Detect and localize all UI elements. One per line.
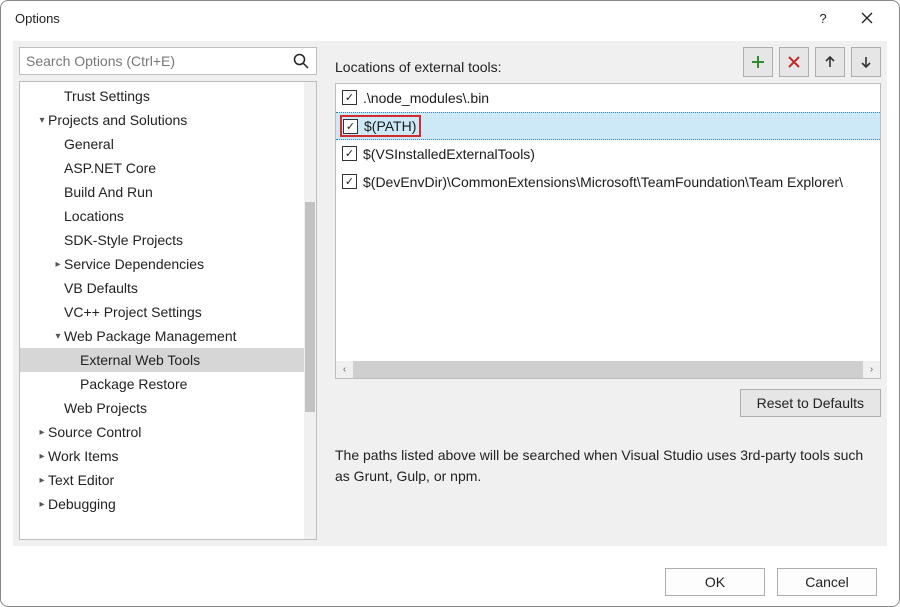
- location-row[interactable]: ✓ $(VSInstalledExternalTools): [336, 140, 880, 168]
- tree-item[interactable]: ▾Projects and Solutions: [20, 108, 304, 132]
- tree-item[interactable]: General: [20, 132, 304, 156]
- list-label: Locations of external tools:: [335, 59, 502, 77]
- locations-listbox[interactable]: ✓ .\node_modules\.bin ✓ $(PATH) ✓ $(VSInstall…: [335, 83, 881, 379]
- search-input-wrap[interactable]: [19, 47, 317, 75]
- expander-closed-icon[interactable]: ▸: [52, 259, 64, 270]
- cancel-button[interactable]: Cancel: [777, 568, 877, 596]
- tree-item-label: External Web Tools: [80, 352, 200, 368]
- close-button[interactable]: [845, 3, 889, 33]
- location-text: $(PATH): [364, 118, 416, 134]
- expander-open-icon[interactable]: ▾: [36, 115, 48, 126]
- tree-item-label: VC++ Project Settings: [64, 304, 202, 320]
- checkbox[interactable]: ✓: [342, 146, 357, 161]
- scroll-left-icon[interactable]: ‹: [336, 361, 353, 378]
- delete-button[interactable]: [779, 47, 809, 77]
- arrow-down-icon: [859, 55, 873, 69]
- expander-closed-icon[interactable]: ▸: [36, 475, 48, 486]
- tree-item[interactable]: Web Projects: [20, 396, 304, 420]
- tree-item-label: Web Projects: [64, 400, 147, 416]
- options-tree[interactable]: Trust Settings▾Projects and SolutionsGen…: [20, 82, 304, 539]
- reset-defaults-button[interactable]: Reset to Defaults: [740, 389, 881, 417]
- tree-item-label: Work Items: [48, 448, 119, 464]
- location-row[interactable]: ✓ .\node_modules\.bin: [336, 84, 880, 112]
- tree-scrollbar[interactable]: [304, 82, 316, 539]
- location-text: $(DevEnvDir)\CommonExtensions\Microsoft\…: [363, 174, 843, 190]
- location-text: .\node_modules\.bin: [363, 90, 489, 106]
- highlighted-checkbox-frame: ✓ $(PATH): [340, 115, 421, 137]
- tree-item-label: VB Defaults: [64, 280, 138, 296]
- search-input[interactable]: [26, 53, 292, 69]
- expander-closed-icon[interactable]: ▸: [36, 451, 48, 462]
- location-row[interactable]: ✓ $(PATH): [336, 112, 880, 140]
- tree-item-label: Package Restore: [80, 376, 187, 392]
- ok-button[interactable]: OK: [665, 568, 765, 596]
- tree-item[interactable]: Locations: [20, 204, 304, 228]
- horizontal-scrollbar[interactable]: ‹ ›: [336, 361, 880, 378]
- expander-closed-icon[interactable]: ▸: [36, 427, 48, 438]
- checkbox[interactable]: ✓: [342, 90, 357, 105]
- checkbox[interactable]: ✓: [342, 174, 357, 189]
- tree-item[interactable]: External Web Tools: [20, 348, 304, 372]
- tree-item[interactable]: SDK-Style Projects: [20, 228, 304, 252]
- tree-item[interactable]: Build And Run: [20, 180, 304, 204]
- tree-item[interactable]: Trust Settings: [20, 84, 304, 108]
- tree-item[interactable]: ASP.NET Core: [20, 156, 304, 180]
- help-button[interactable]: ?: [801, 3, 845, 33]
- expander-closed-icon[interactable]: ▸: [36, 499, 48, 510]
- tree-item-label: Debugging: [48, 496, 116, 512]
- add-button[interactable]: [743, 47, 773, 77]
- tree-item-label: ASP.NET Core: [64, 160, 156, 176]
- tree-item-label: Build And Run: [64, 184, 153, 200]
- location-row[interactable]: ✓ $(DevEnvDir)\CommonExtensions\Microsoft…: [336, 168, 880, 196]
- description-text: The paths listed above will be searched …: [335, 445, 881, 487]
- tree-item[interactable]: VB Defaults: [20, 276, 304, 300]
- tree-item-label: Projects and Solutions: [48, 112, 187, 128]
- tree-item-label: General: [64, 136, 114, 152]
- plus-icon: [750, 54, 766, 70]
- tree-item-label: Service Dependencies: [64, 256, 204, 272]
- tree-item-label: Source Control: [48, 424, 141, 440]
- tree-item-label: Trust Settings: [64, 88, 150, 104]
- checkbox[interactable]: ✓: [343, 119, 358, 134]
- move-up-button[interactable]: [815, 47, 845, 77]
- tree-item[interactable]: ▸Service Dependencies: [20, 252, 304, 276]
- tree-scroll-thumb[interactable]: [305, 202, 315, 412]
- expander-open-icon[interactable]: ▾: [52, 331, 64, 342]
- move-down-button[interactable]: [851, 47, 881, 77]
- arrow-up-icon: [823, 55, 837, 69]
- tree-item[interactable]: ▸Debugging: [20, 492, 304, 516]
- tree-item-label: Locations: [64, 208, 124, 224]
- tree-item[interactable]: VC++ Project Settings: [20, 300, 304, 324]
- close-icon: [861, 12, 873, 24]
- tree-item[interactable]: ▸Source Control: [20, 420, 304, 444]
- location-text: $(VSInstalledExternalTools): [363, 146, 535, 162]
- tree-item-label: SDK-Style Projects: [64, 232, 183, 248]
- tree-item[interactable]: ▸Work Items: [20, 444, 304, 468]
- tree-item[interactable]: ▾Web Package Management: [20, 324, 304, 348]
- tree-item-label: Text Editor: [48, 472, 114, 488]
- tree-item[interactable]: Package Restore: [20, 372, 304, 396]
- tree-item-label: Web Package Management: [64, 328, 237, 344]
- x-icon: [787, 55, 801, 69]
- window-title: Options: [11, 11, 801, 26]
- search-icon: [292, 52, 310, 70]
- scroll-right-icon[interactable]: ›: [863, 361, 880, 378]
- tree-item[interactable]: ▸Text Editor: [20, 468, 304, 492]
